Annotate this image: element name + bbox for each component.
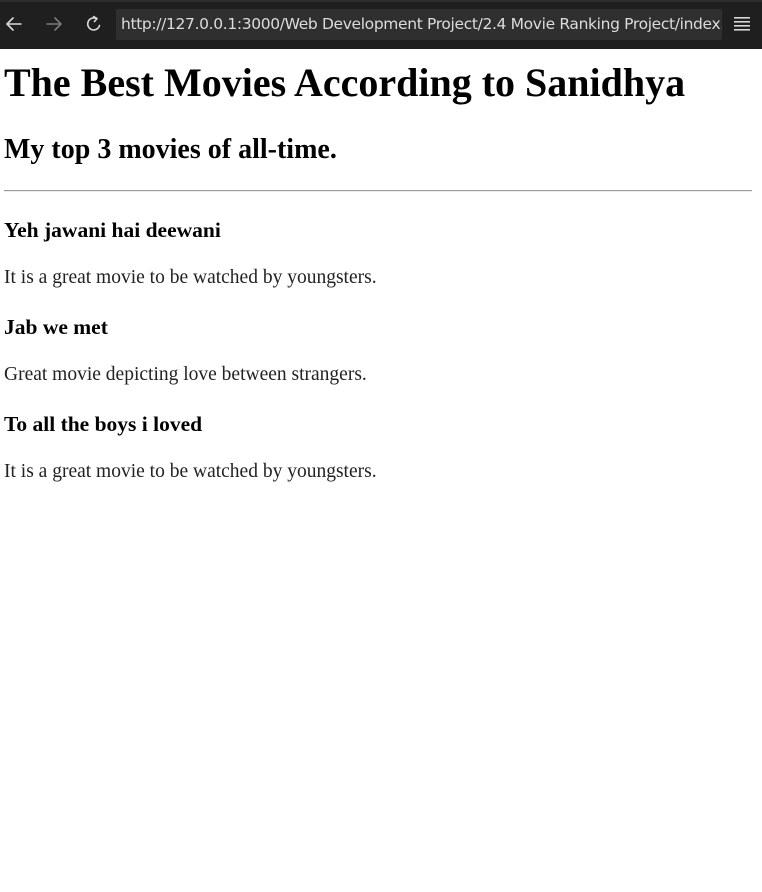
back-button[interactable] <box>2 12 26 36</box>
menu-button[interactable] <box>731 12 753 36</box>
movie-description: It is a great movie to be watched by you… <box>4 267 377 288</box>
address-bar[interactable]: http://127.0.0.1:3000/Web Development Pr… <box>116 9 722 40</box>
movie-description: Great movie depicting love between stran… <box>4 364 367 385</box>
reload-button[interactable] <box>82 12 106 36</box>
arrow-right-icon <box>46 17 62 31</box>
movie-title: Jab we met <box>4 315 108 339</box>
movie-title: Yeh jawani hai deewani <box>4 218 221 242</box>
movie-title: To all the boys i loved <box>4 412 203 436</box>
page-title: The Best Movies According to Sanidhya <box>4 60 686 105</box>
divider <box>4 190 752 192</box>
hamburger-menu-icon <box>734 17 750 31</box>
movie-description: It is a great movie to be watched by you… <box>4 461 377 482</box>
page-subtitle: My top 3 movies of all-time. <box>4 134 337 165</box>
browser-toolbar: http://127.0.0.1:3000/Web Development Pr… <box>0 0 762 49</box>
forward-button[interactable] <box>42 12 66 36</box>
toolbar-top-border <box>0 0 762 2</box>
arrow-left-icon <box>6 17 22 31</box>
reload-icon <box>86 15 101 31</box>
